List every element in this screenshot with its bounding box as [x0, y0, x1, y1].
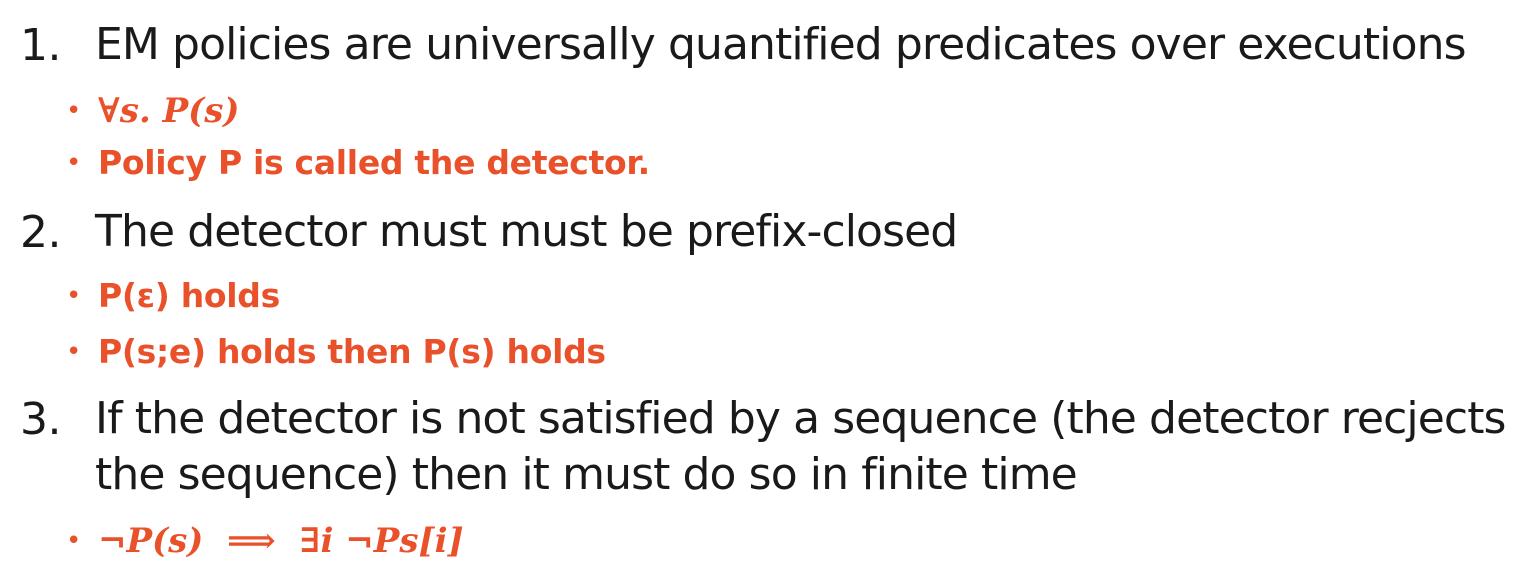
bullet-icon: •	[66, 96, 82, 126]
slide: 1. EM policies are universally quantifie…	[0, 0, 1536, 580]
item-text: The detector must must be prefix-closed	[95, 206, 958, 257]
formula-finite-rejection: ¬P(s) ⟹ ∃i ¬Ps[i]	[98, 521, 464, 561]
bullet-icon: •	[66, 526, 82, 556]
bullet-icon: •	[66, 281, 82, 311]
item-number: 3.	[20, 394, 61, 445]
bullet-icon: •	[66, 148, 82, 178]
sub-item-text: P(ε) holds	[98, 276, 280, 315]
item-number: 2.	[20, 207, 61, 258]
item-text-line-1: If the detector is not satisfied by a se…	[95, 393, 1506, 444]
item-text-line-2: the sequence) then it must do so in fini…	[95, 449, 1078, 500]
sub-item-text: Policy P is called the detector.	[98, 143, 650, 182]
formula-forall: ∀s. P(s)	[98, 91, 240, 131]
sub-item-text: P(s;e) holds then P(s) holds	[98, 332, 606, 371]
bullet-icon: •	[66, 337, 82, 367]
item-text: EM policies are universally quantified p…	[95, 19, 1467, 70]
item-number: 1.	[20, 20, 61, 71]
